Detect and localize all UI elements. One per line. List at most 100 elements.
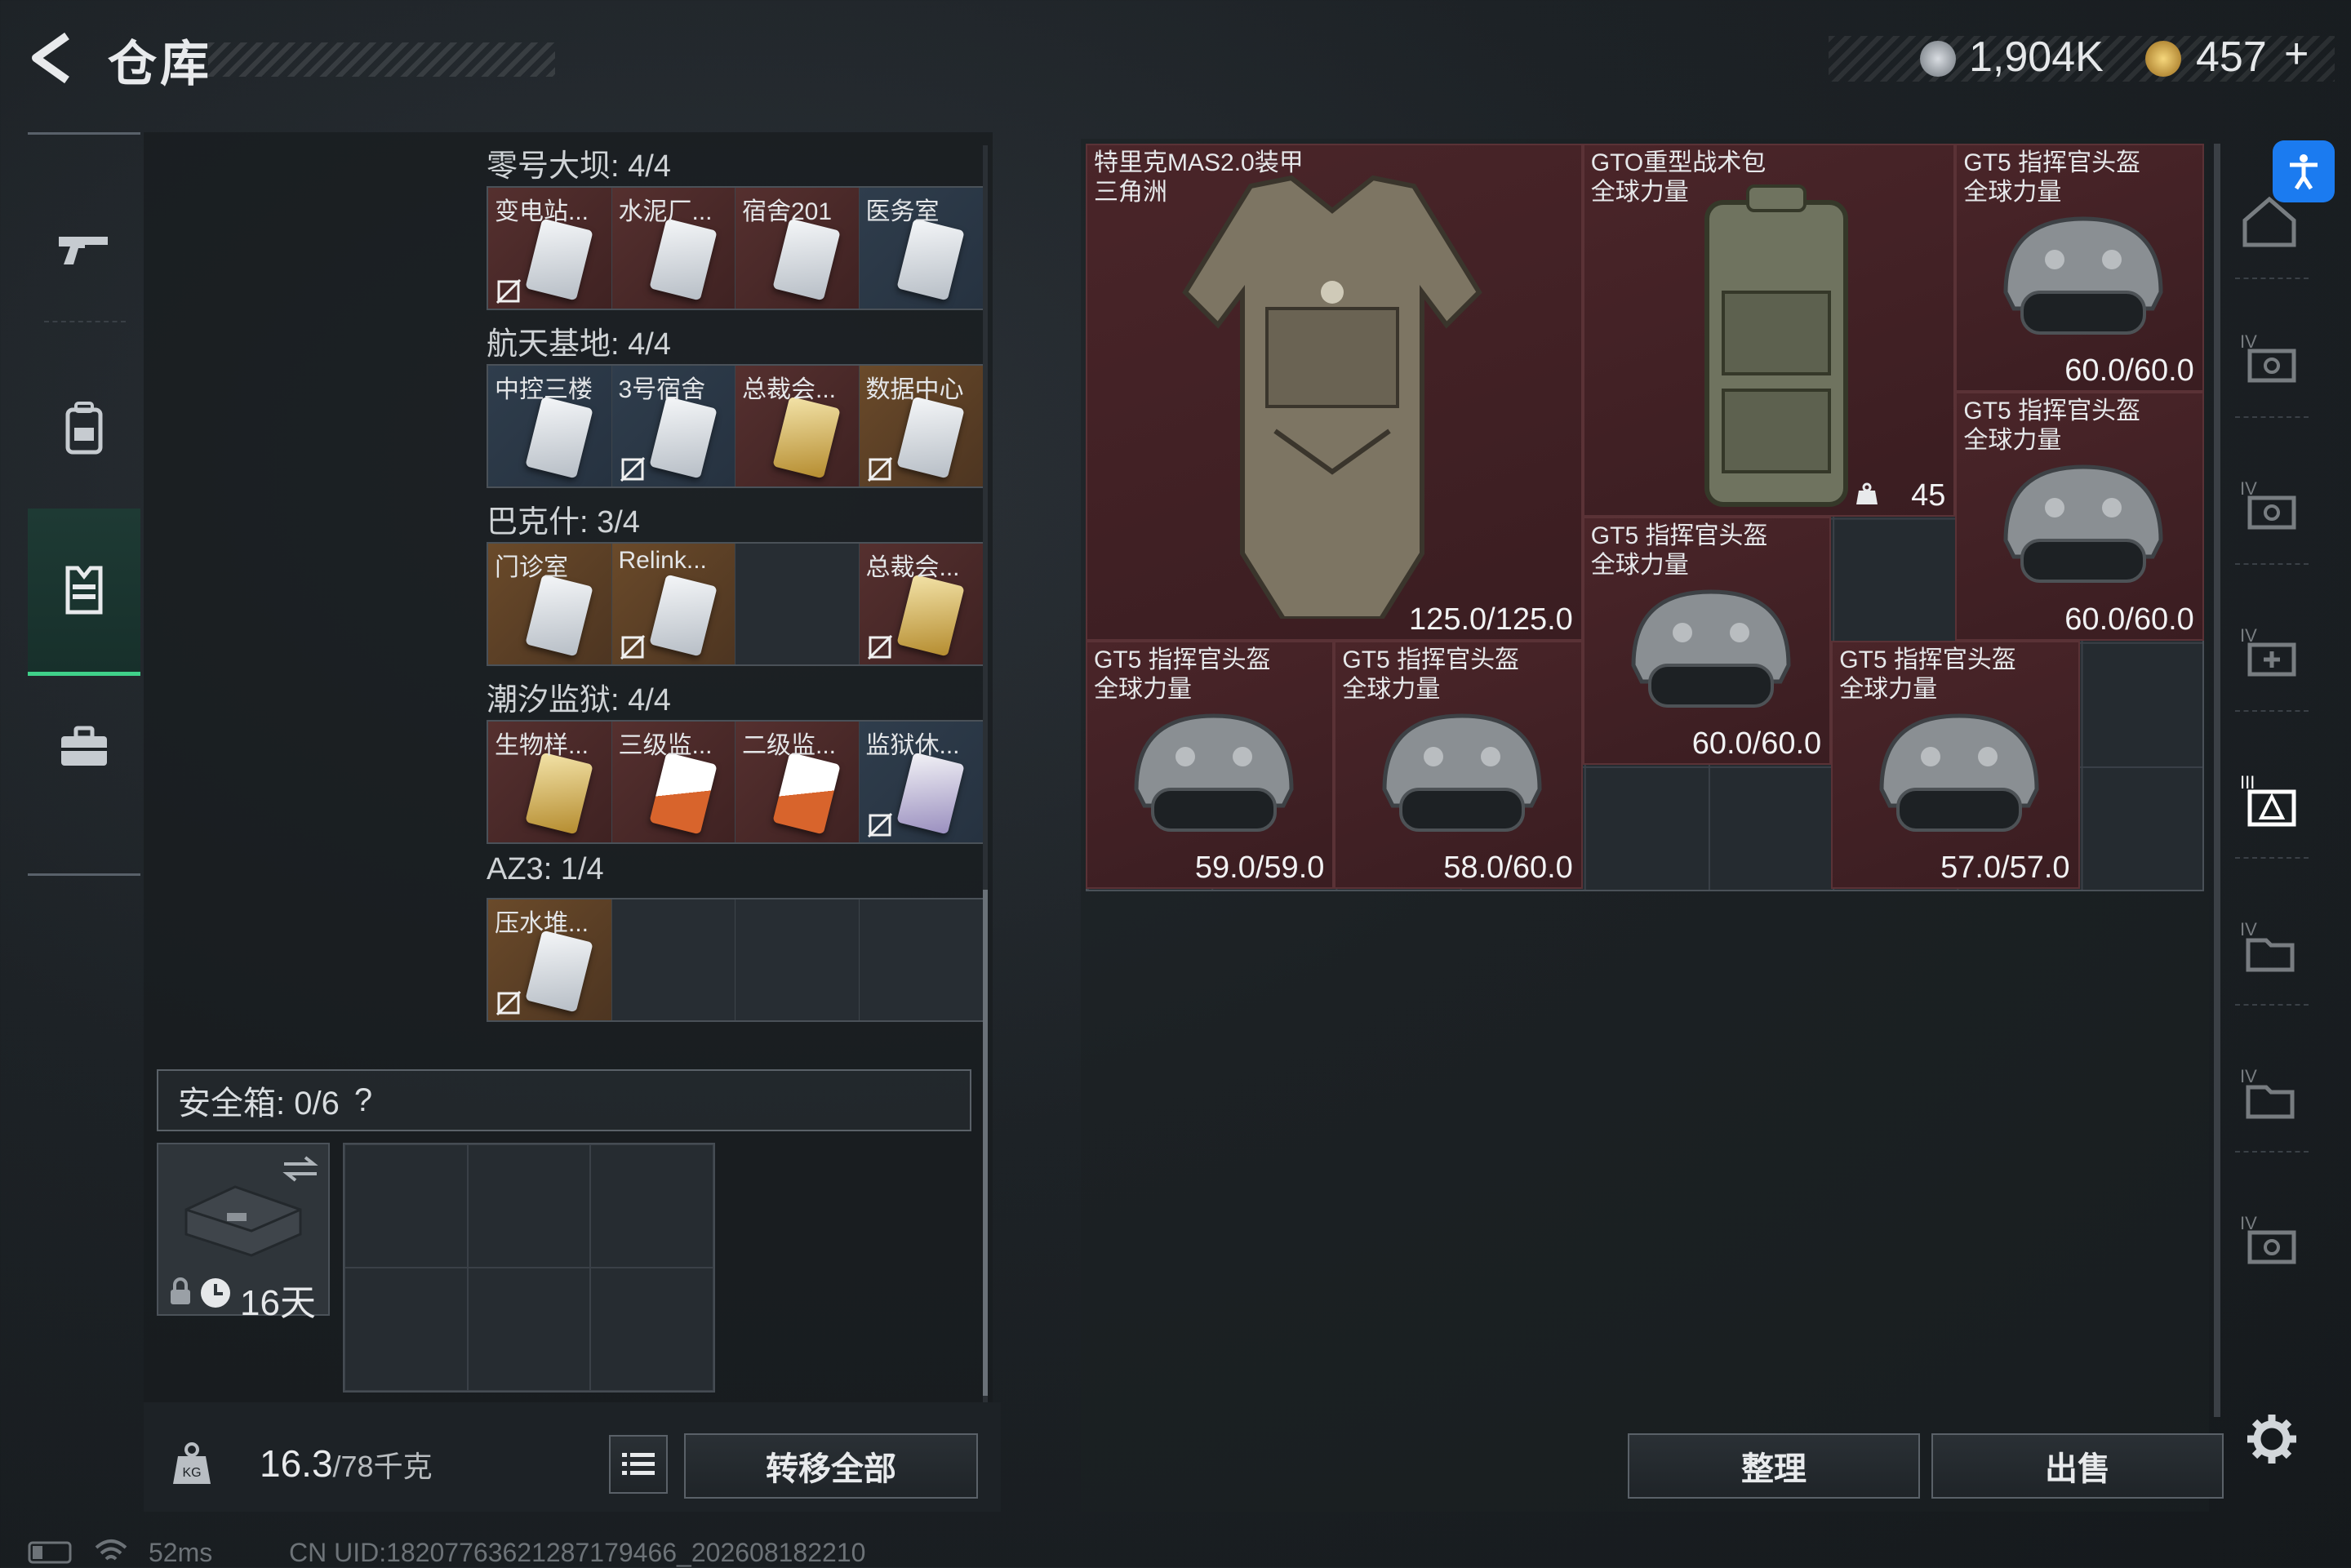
stash-tab-4[interactable]: IV xyxy=(2237,326,2302,392)
help-icon[interactable]: ? xyxy=(354,1082,372,1119)
stash-item-backpack[interactable]: GTO重型战术包 全球力量 45 xyxy=(1582,144,1956,517)
key-card-slot[interactable]: 门诊室 xyxy=(488,544,612,664)
item-name: GT5 指挥官头盔 全球力量 xyxy=(1590,522,1768,579)
stash-item-armor[interactable]: 特里克MAS2.0装甲 三角洲 125.0/125.0 xyxy=(1086,144,1583,641)
stash-tab-active[interactable]: III xyxy=(2237,767,2302,833)
key-slot-grid: 压水堆... xyxy=(487,898,984,1022)
keycard-icon xyxy=(772,218,841,301)
key-card-label: 二级监... xyxy=(742,732,837,759)
sell-button[interactable]: 出售 xyxy=(1931,1433,2224,1499)
stash-tab-5[interactable]: IV xyxy=(2237,473,2302,539)
no-insure-icon xyxy=(496,279,521,304)
key-card-slot[interactable]: 监狱休... xyxy=(859,722,983,842)
settings-button[interactable] xyxy=(2245,1412,2299,1470)
organize-button[interactable]: 整理 xyxy=(1628,1433,1920,1499)
key-card-label: 水泥厂... xyxy=(618,198,713,225)
empty-key-slot[interactable] xyxy=(736,899,860,1020)
no-insure-icon xyxy=(620,635,645,660)
no-insure-icon xyxy=(867,813,892,837)
key-card-slot[interactable]: 总裁会... xyxy=(859,544,983,664)
key-section-title: 潮汐监狱: 4/4 xyxy=(487,683,671,717)
key-card-slot[interactable]: 三级监... xyxy=(611,722,736,842)
keycard-icon xyxy=(772,752,841,835)
nav-weapon[interactable] xyxy=(28,208,140,290)
empty-key-slot[interactable] xyxy=(736,544,860,664)
silver-coin-icon xyxy=(1920,41,1956,77)
currency-silver-value: 1,904K xyxy=(1969,33,2104,81)
key-card-slot[interactable]: 二级监... xyxy=(736,722,860,842)
currency-gold-value: 457 xyxy=(2196,33,2267,81)
stash-item-helmet[interactable]: GT5 指挥官头盔 全球力量 58.0/60.0 xyxy=(1334,640,1583,890)
stash-box-icon: IV xyxy=(2240,1213,2296,1264)
key-card-slot[interactable]: 医务室 xyxy=(859,188,983,309)
armor-vest-icon xyxy=(1182,175,1482,619)
weight-readout: 16.3/78千克 xyxy=(260,1441,433,1486)
weight-small-icon xyxy=(1856,482,1878,504)
key-card-slot[interactable]: 总裁会... xyxy=(736,366,860,486)
weight-icon: KG xyxy=(173,1442,211,1484)
item-name: 特里克MAS2.0装甲 三角洲 xyxy=(1094,149,1304,206)
key-section-title: 零号大坝: 4/4 xyxy=(487,149,671,184)
stash-item-helmet[interactable]: GT5 指挥官头盔 全球力量 60.0/60.0 xyxy=(1955,144,2204,393)
key-card-label: 压水堆... xyxy=(495,910,589,937)
clock-icon xyxy=(201,1278,230,1308)
keycard-icon xyxy=(896,396,965,479)
gun-icon xyxy=(59,237,108,264)
backpack-item-icon xyxy=(1704,184,1848,507)
helmet-icon xyxy=(1631,589,1791,708)
weight-current: 16.3 xyxy=(260,1442,333,1485)
key-section-title: AZ3: 1/4 xyxy=(487,852,604,886)
stash-item-helmet[interactable]: GT5 指挥官头盔 全球力量 60.0/60.0 xyxy=(1582,516,1832,765)
list-view-button[interactable] xyxy=(609,1435,668,1494)
item-durability: 125.0/125.0 xyxy=(1409,602,1573,637)
medical-box-icon: IV xyxy=(2240,625,2296,677)
stash-tab-6[interactable]: IV xyxy=(2237,620,2302,686)
accessibility-button[interactable] xyxy=(2273,140,2335,202)
key-card-slot[interactable]: 水泥厂... xyxy=(611,188,736,309)
key-card-slot[interactable]: 宿舍201 xyxy=(736,188,860,309)
key-card-label: 3号宿舍 xyxy=(618,376,706,403)
uid-text: CN UID:18207763621287179466_202608182210 xyxy=(289,1538,866,1567)
key-card-label: 中控三楼 xyxy=(495,376,593,403)
briefcase-icon xyxy=(61,726,107,766)
stash-item-helmet[interactable]: GT5 指挥官头盔 全球力量 60.0/60.0 xyxy=(1955,392,2204,641)
left-scrollbar-thumb[interactable] xyxy=(983,890,988,1396)
stash-item-helmet[interactable]: GT5 指挥官头盔 全球力量 57.0/57.0 xyxy=(1831,640,2080,890)
key-card-label: 宿舍201 xyxy=(742,198,833,225)
stash-tab-9[interactable]: IV xyxy=(2237,1061,2302,1126)
item-name: GT5 指挥官头盔 全球力量 xyxy=(1094,646,1271,703)
transfer-all-button[interactable]: 转移全部 xyxy=(684,1433,978,1499)
svg-text:III: III xyxy=(2240,772,2255,793)
key-card-slot[interactable]: 3号宿舍 xyxy=(611,366,736,486)
nav-backpack[interactable] xyxy=(28,371,140,486)
key-card-label: 医务室 xyxy=(865,198,940,225)
stash-tab-8[interactable]: IV xyxy=(2237,914,2302,979)
nav-armor[interactable] xyxy=(28,509,140,676)
keycard-icon xyxy=(648,218,718,301)
stash-tab-10[interactable]: IV xyxy=(2237,1208,2302,1273)
key-card-slot[interactable]: Relink... xyxy=(611,544,736,664)
key-section-title: 航天基地: 4/4 xyxy=(487,327,671,362)
safe-box-grid[interactable] xyxy=(343,1143,715,1393)
key-slot-grid: 中控三楼 3号宿舍 总裁会... 数据中心 xyxy=(487,364,984,488)
lock-icon xyxy=(171,1277,190,1304)
key-card-slot[interactable]: 中控三楼 xyxy=(488,366,612,486)
key-card-slot[interactable]: 变电站... xyxy=(488,188,612,309)
empty-key-slot[interactable] xyxy=(611,899,736,1020)
empty-key-slot[interactable] xyxy=(859,899,983,1020)
add-currency-button[interactable]: + xyxy=(2284,29,2309,78)
safe-box-header: 安全箱: 0/6 ? xyxy=(157,1069,971,1131)
safe-box-item[interactable]: 16天 xyxy=(157,1143,330,1323)
accessibility-icon xyxy=(2290,154,2318,190)
key-card-label: 总裁会... xyxy=(865,554,960,581)
key-card-slot[interactable]: 数据中心 xyxy=(859,366,983,486)
stash-item-helmet[interactable]: GT5 指挥官头盔 全球力量 59.0/59.0 xyxy=(1086,640,1335,890)
nav-briefcase[interactable] xyxy=(28,690,140,804)
key-card-slot[interactable]: 生物样... xyxy=(488,722,612,842)
back-button[interactable] xyxy=(24,29,82,87)
key-card-label: 变电站... xyxy=(495,198,589,225)
key-card-slot[interactable]: 压水堆... xyxy=(488,899,612,1020)
key-card-label: 门诊室 xyxy=(495,554,568,581)
keycard-icon xyxy=(525,396,593,479)
item-durability: 58.0/60.0 xyxy=(1443,851,1573,886)
